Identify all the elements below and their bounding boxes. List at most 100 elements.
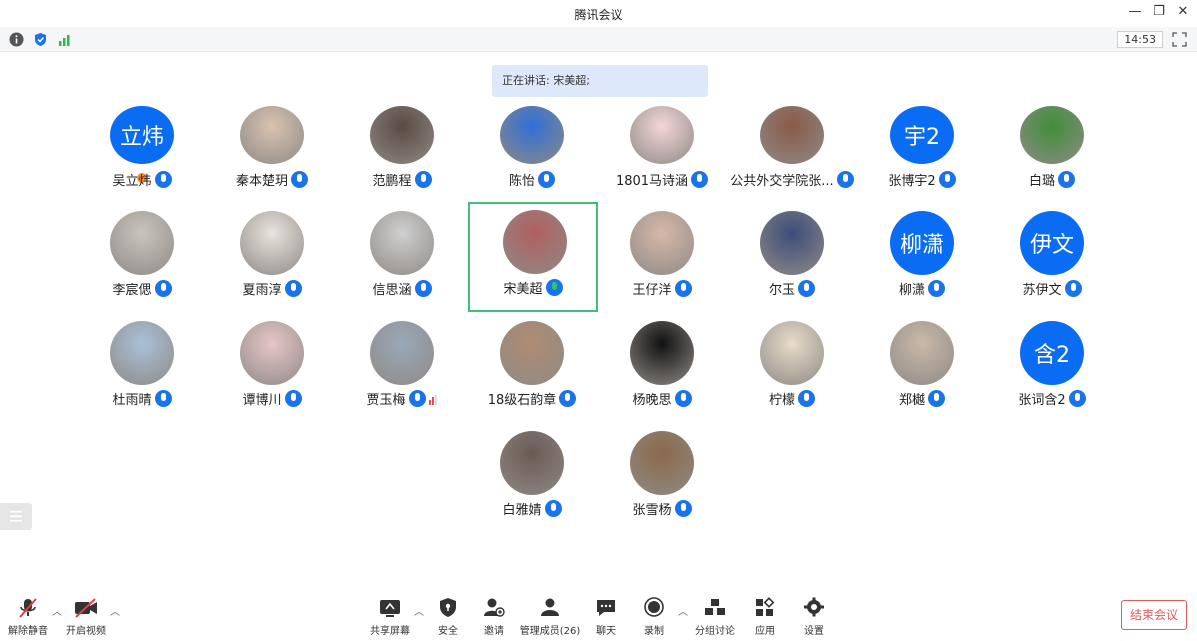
minimize-icon[interactable]: —: [1125, 4, 1145, 19]
participant-tile[interactable]: 夏雨淳: [207, 205, 337, 313]
avatar: [890, 321, 954, 385]
record-button[interactable]: 录制: [624, 597, 684, 641]
participant-name-row: 宋美超: [470, 278, 596, 297]
participant-name: 王仔洋: [632, 283, 672, 298]
avatar: [503, 210, 567, 274]
participant-tile[interactable]: 杜雨晴: [77, 315, 207, 423]
participant-tile[interactable]: 公共外交学院张...: [727, 106, 857, 216]
participant-tile[interactable]: 郑樾: [857, 315, 987, 423]
signal-strength-icon[interactable]: [57, 32, 72, 47]
participant-list-toggle[interactable]: [0, 503, 32, 530]
participant-name: 张词含2: [1018, 393, 1066, 408]
microphone-icon: [545, 279, 563, 296]
gear-icon: [804, 597, 824, 617]
avatar: [630, 431, 694, 495]
microphone-icon: [408, 390, 426, 407]
participant-tile[interactable]: 陈怡: [467, 106, 597, 216]
status-bar: 14:53: [0, 27, 1197, 52]
participant-tile[interactable]: 1801马诗涵: [597, 106, 727, 216]
participant-name-row: 柳潇: [857, 279, 987, 298]
avatar: [630, 106, 694, 164]
participant-name-row: 尔玉: [727, 279, 857, 298]
close-icon[interactable]: ✕: [1173, 4, 1193, 19]
participant-tile[interactable]: 秦本楚玥: [207, 106, 337, 216]
shield-icon[interactable]: [33, 32, 48, 47]
participant-tile[interactable]: 白璐: [987, 106, 1117, 216]
unmute-label: 解除静音: [8, 626, 48, 637]
restore-icon[interactable]: ❐: [1149, 4, 1169, 19]
participant-name: 杜雨晴: [112, 393, 152, 408]
list-icon: [10, 511, 22, 522]
fullscreen-icon[interactable]: [1172, 32, 1187, 47]
participant-tile[interactable]: 宋美超: [468, 202, 598, 312]
breakout-rooms-icon: [705, 599, 725, 615]
speaking-indicator: 正在讲话: 宋美超;: [492, 65, 708, 97]
participant-name: 信思涵: [372, 283, 412, 298]
chat-bubble-icon: [597, 600, 615, 616]
microphone-icon: [674, 280, 692, 297]
participant-tile[interactable]: 王仔洋: [597, 205, 727, 313]
participant-name-row: 王仔洋: [597, 279, 727, 298]
participant-name-row: 谭博川: [207, 389, 337, 408]
microphone-icon: [798, 280, 815, 297]
participant-tile[interactable]: 杨晚思: [597, 315, 727, 423]
participant-tile[interactable]: 含2 张词含2: [987, 315, 1117, 423]
microphone-icon: [154, 280, 172, 297]
avatar: [240, 321, 304, 385]
microphone-icon: [154, 390, 172, 407]
share-screen-icon: [380, 600, 400, 617]
microphone-icon: [928, 390, 945, 407]
participant-tile[interactable]: 范鹏程: [337, 106, 467, 216]
participant-tile[interactable]: 谭博川: [207, 315, 337, 423]
participant-tile[interactable]: 张雪杨: [597, 425, 727, 533]
avatar: 伊文: [1020, 211, 1084, 275]
participant-tile[interactable]: 白雅婧: [467, 425, 597, 533]
microphone-icon: [674, 390, 692, 407]
microphone-icon: [284, 390, 302, 407]
avatar: [370, 106, 434, 164]
avatar: [500, 321, 564, 385]
participant-name: 吴立炜: [112, 174, 152, 189]
settings-button[interactable]: 设置: [784, 597, 844, 641]
avatar: [370, 321, 434, 385]
meeting-toolbar: 解除静音 ︿ 开启视频 ︿ 共享屏幕 ︿ 安全 邀请 管理成员(26) 聊天 录…: [0, 593, 1197, 641]
participant-name-row: 1801马诗涵: [597, 170, 727, 189]
start-video-button[interactable]: 开启视频: [56, 597, 116, 641]
microphone-icon: [414, 280, 432, 297]
avatar: [500, 106, 564, 164]
participant-tile[interactable]: 信思涵: [337, 205, 467, 313]
participant-name-row: 李宸偲: [77, 279, 207, 298]
microphone-icon: [1068, 390, 1086, 407]
avatar: [760, 321, 824, 385]
video-options-chevron-icon[interactable]: ︿: [110, 603, 120, 618]
participant-tile[interactable]: 柠檬: [727, 315, 857, 423]
avatar: [110, 321, 174, 385]
participant-name: 宋美超: [503, 282, 543, 297]
participant-name-row: 公共外交学院张...: [727, 170, 857, 189]
participant-tile[interactable]: 李宸偲: [77, 205, 207, 313]
participant-tile[interactable]: 宇2 张博宇2: [857, 106, 987, 216]
microphone-icon: [559, 390, 577, 407]
microphone-icon: [928, 280, 945, 297]
info-icon[interactable]: [9, 32, 24, 47]
participant-tile[interactable]: 尔玉: [727, 205, 857, 313]
avatar: 立炜: [110, 106, 174, 164]
participant-name-row: 白雅婧: [467, 499, 597, 518]
unmute-button[interactable]: 解除静音: [0, 597, 58, 641]
participant-name-row: 18级石韵章: [467, 389, 597, 408]
participant-name-row: 秦本楚玥: [207, 170, 337, 189]
microphone-icon: [544, 500, 562, 517]
end-meeting-button[interactable]: 结束会议: [1121, 600, 1187, 630]
microphone-icon: [538, 171, 555, 188]
title-bar: 腾讯会议 — ❐ ✕: [0, 0, 1197, 27]
microphone-icon: [836, 171, 854, 188]
participant-tile[interactable]: 贾玉梅: [337, 315, 467, 423]
share-screen-button[interactable]: 共享屏幕: [360, 597, 420, 641]
record-label: 录制: [644, 626, 664, 637]
participant-name: 1801马诗涵: [615, 174, 689, 189]
participant-name: 柠檬: [768, 393, 795, 408]
participant-tile[interactable]: 立炜 吴立炜: [77, 106, 207, 216]
participant-tile[interactable]: 18级石韵章: [467, 315, 597, 423]
participant-tile[interactable]: 柳潇 柳潇: [857, 205, 987, 313]
participant-tile[interactable]: 伊文 苏伊文: [987, 205, 1117, 313]
